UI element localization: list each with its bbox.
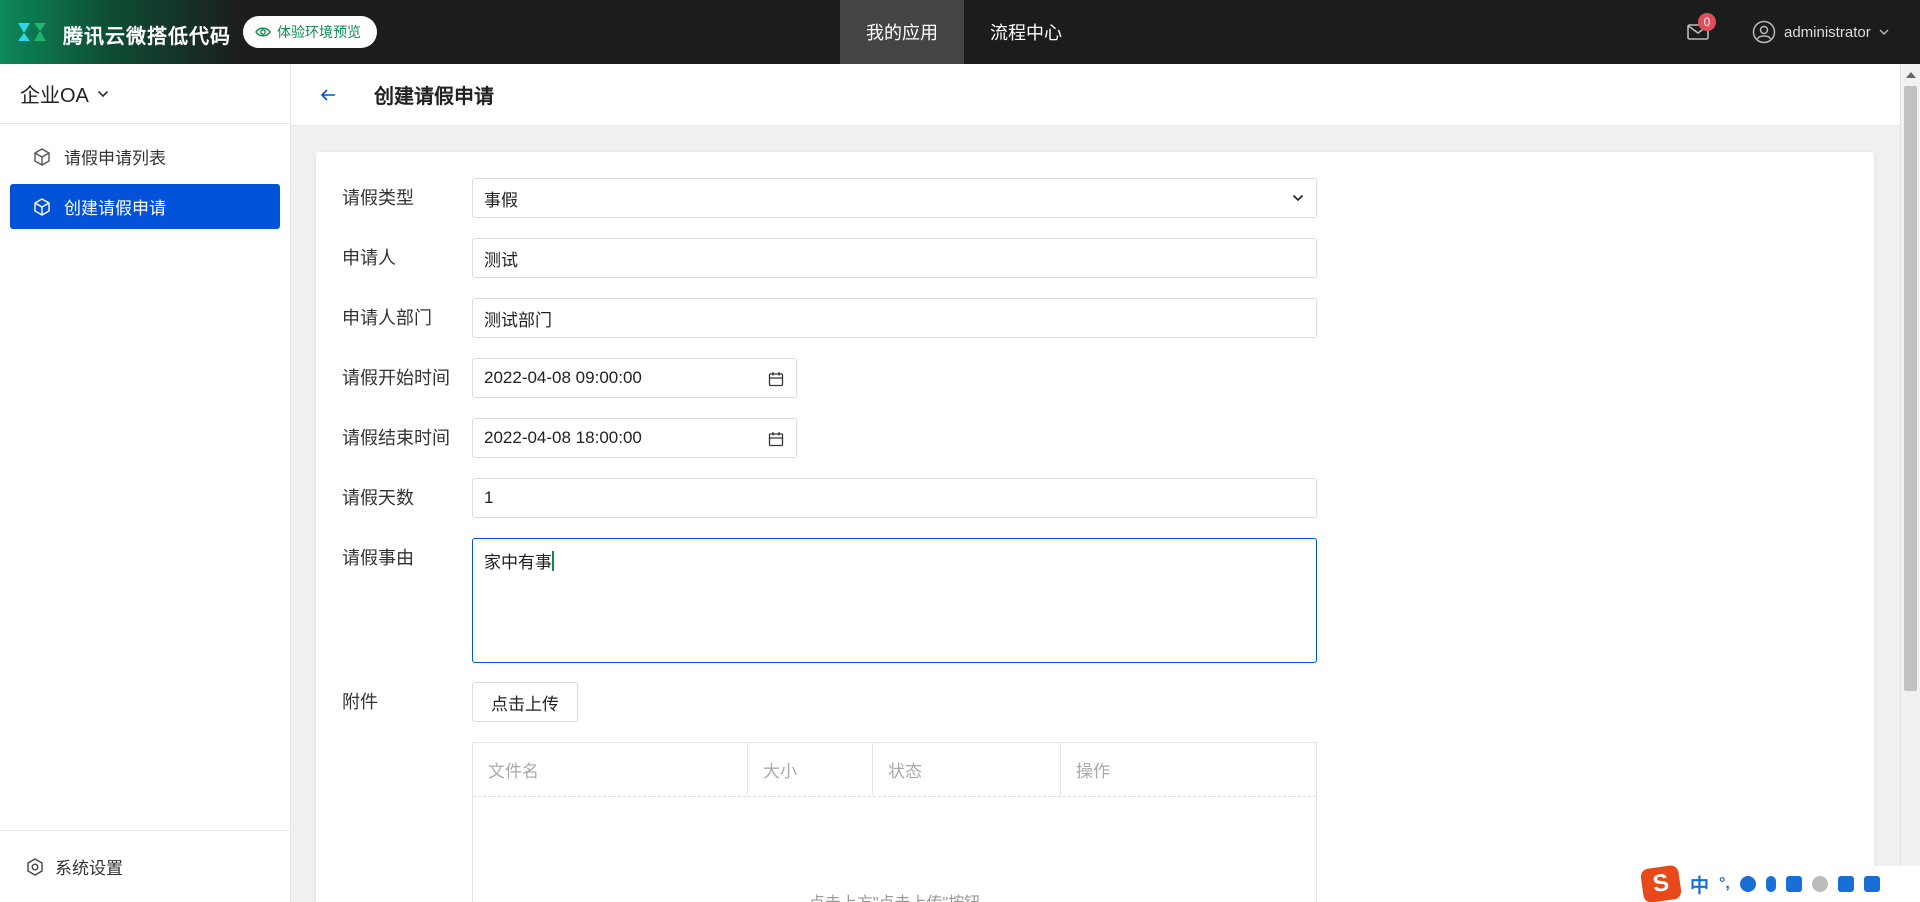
column-header-actions: 操作 xyxy=(1076,762,1110,781)
reason-label: 请假事由 xyxy=(342,548,414,568)
sidebar-item-create-leave[interactable]: 创建请假申请 xyxy=(10,184,280,229)
form-row-reason: 请假事由 家中有事 xyxy=(342,538,1317,663)
back-button[interactable] xyxy=(316,83,340,107)
sidebar: 企业OA 请假申请列表 创建请假申请 系统设置 xyxy=(0,64,291,902)
top-nav: 我的应用 流程中心 xyxy=(840,0,1088,64)
leave-type-label: 请假类型 xyxy=(342,188,414,208)
form-row-start-time: 请假开始时间 2022-04-08 09:00:00 xyxy=(342,358,797,398)
start-time-value: 2022-04-08 09:00:00 xyxy=(484,368,642,387)
text-cursor xyxy=(552,551,554,571)
start-time-picker[interactable]: 2022-04-08 09:00:00 xyxy=(472,358,797,398)
cube-icon xyxy=(34,147,50,166)
ime-mode-toggle[interactable]: 中 xyxy=(1690,871,1709,898)
attachment-label: 附件 xyxy=(342,692,378,712)
nav-process-center[interactable]: 流程中心 xyxy=(964,0,1088,64)
calendar-icon[interactable] xyxy=(768,431,784,447)
applicant-value: 测试 xyxy=(484,250,518,270)
leave-type-select[interactable]: 事假 xyxy=(472,178,1317,218)
emoji-icon[interactable] xyxy=(1739,876,1756,892)
chevron-down-icon xyxy=(97,90,108,97)
calendar-icon[interactable] xyxy=(768,371,784,387)
username: administrator xyxy=(1784,23,1871,41)
app-switcher[interactable]: 企业OA xyxy=(0,64,290,124)
days-label: 请假天数 xyxy=(342,488,414,508)
toolbox-grid-icon[interactable] xyxy=(1863,876,1880,892)
scrollbar-thumb[interactable] xyxy=(1904,86,1917,691)
microphone-icon[interactable] xyxy=(1765,876,1776,892)
user-menu[interactable]: administrator xyxy=(1752,20,1889,44)
leave-type-value: 事假 xyxy=(484,190,518,210)
days-input[interactable]: 1 xyxy=(472,478,1317,518)
brand-area: 腾讯云微搭低代码 xyxy=(0,0,245,64)
scroll-up-arrow-icon[interactable] xyxy=(1906,72,1916,78)
sidebar-menu: 请假申请列表 创建请假申请 xyxy=(0,124,290,229)
applicant-input[interactable]: 测试 xyxy=(472,238,1317,278)
end-time-picker[interactable]: 2022-04-08 18:00:00 xyxy=(472,418,797,458)
reason-value: 家中有事 xyxy=(484,553,552,572)
skin-shirt-icon[interactable] xyxy=(1837,876,1854,892)
file-table-empty-hint: 点击上方"点击上传"按钮 xyxy=(473,889,1316,902)
system-settings-label: 系统设置 xyxy=(55,859,123,878)
top-bar: 腾讯云微搭低代码 体验环境预览 我的应用 流程中心 0 administrato… xyxy=(0,0,1920,64)
column-header-filename: 文件名 xyxy=(473,743,748,796)
upload-button[interactable]: 点击上传 xyxy=(472,682,578,722)
form-row-end-time: 请假结束时间 2022-04-08 18:00:00 xyxy=(342,418,797,458)
chevron-down-icon xyxy=(1292,194,1304,202)
system-settings[interactable]: 系统设置 xyxy=(0,830,290,902)
sidebar-item-leave-list[interactable]: 请假申请列表 xyxy=(10,134,280,179)
column-header-status: 状态 xyxy=(873,743,1061,796)
days-value: 1 xyxy=(484,488,494,507)
form-row-attachment: 附件 点击上传 xyxy=(342,682,578,722)
ime-toolbar: S 中 °, xyxy=(1638,864,1920,902)
form-row-department: 申请人部门 测试部门 xyxy=(342,298,1317,338)
department-label: 申请人部门 xyxy=(342,308,432,328)
env-preview-label: 体验环境预览 xyxy=(277,24,361,40)
settings-icon xyxy=(27,857,43,876)
end-time-value: 2022-04-08 18:00:00 xyxy=(484,428,642,447)
app-name: 企业OA xyxy=(20,85,89,107)
sogou-logo-icon[interactable]: S xyxy=(1639,864,1683,902)
brand-title: 腾讯云微搭低代码 xyxy=(63,26,231,48)
form-row-leave-type: 请假类型 事假 xyxy=(342,178,1317,218)
page-title: 创建请假申请 xyxy=(374,86,494,108)
chevron-down-icon xyxy=(1879,29,1889,35)
keyboard-icon[interactable] xyxy=(1785,876,1802,892)
page-header: 创建请假申请 xyxy=(291,64,1900,126)
attachment-file-table: 文件名 大小 状态 操作 点击上方"点击上传"按钮 xyxy=(472,742,1317,902)
applicant-label: 申请人 xyxy=(342,248,396,268)
form-row-applicant: 申请人 测试 xyxy=(342,238,1317,278)
cube-icon xyxy=(34,197,50,216)
end-time-label: 请假结束时间 xyxy=(342,428,450,448)
column-header-size: 大小 xyxy=(748,743,873,796)
sidebar-item-label: 创建请假申请 xyxy=(64,199,166,218)
file-table-header: 文件名 大小 状态 操作 xyxy=(473,743,1316,797)
department-value: 测试部门 xyxy=(484,310,552,330)
reason-textarea[interactable]: 家中有事 xyxy=(472,538,1317,663)
mail-count-badge: 0 xyxy=(1698,13,1716,31)
env-preview-badge[interactable]: 体验环境预览 xyxy=(243,16,377,48)
start-time-label: 请假开始时间 xyxy=(342,368,450,388)
ime-punctuation-icon[interactable]: °, xyxy=(1719,875,1730,893)
page-scrollbar[interactable] xyxy=(1900,64,1920,902)
nav-my-apps[interactable]: 我的应用 xyxy=(840,0,964,64)
user-icon[interactable] xyxy=(1811,876,1828,892)
leave-form-card: 请假类型 事假 申请人 测试 申请人部门 测试部门 请假开始时间 2022-04… xyxy=(316,152,1874,902)
weda-logo-icon xyxy=(18,23,46,41)
form-row-days: 请假天数 1 xyxy=(342,478,1317,518)
department-input[interactable]: 测试部门 xyxy=(472,298,1317,338)
user-avatar-icon xyxy=(1752,20,1776,44)
arrow-left-icon xyxy=(320,88,335,101)
eye-icon xyxy=(255,27,271,37)
sidebar-item-label: 请假申请列表 xyxy=(64,149,166,168)
